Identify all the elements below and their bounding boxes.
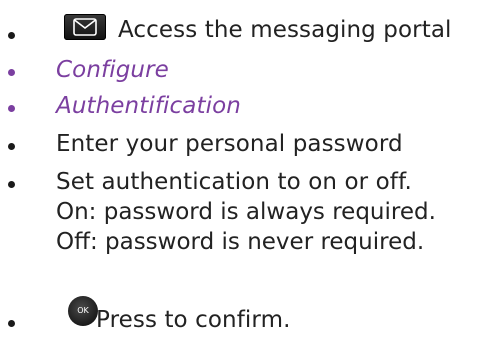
item-text: Press to confirm. — [96, 307, 291, 333]
item-text: Set authentication to on or off. — [56, 169, 412, 195]
item-subline-on: On: password is always required. — [56, 199, 436, 225]
item-subline-off: Off: password is never required. — [56, 229, 425, 255]
list-item-access-portal: Access the messaging portal — [0, 8, 503, 48]
ok-button-icon: OK — [68, 296, 98, 326]
bullet — [8, 143, 15, 150]
envelope-key-icon — [64, 14, 106, 40]
list-item-set-authentication: Set authentication to on or off. On: pas… — [0, 166, 503, 262]
bullet — [8, 69, 15, 76]
bullet — [8, 105, 15, 112]
list-item-confirm: OK Press to confirm. — [0, 296, 503, 336]
menu-path-authentification: Authentification — [56, 93, 241, 119]
list-item-authentification: Authentification — [0, 90, 503, 120]
bullet — [8, 32, 15, 39]
item-text: Access the messaging portal — [118, 17, 452, 43]
bullet — [8, 181, 15, 188]
ok-button-label: OK — [77, 306, 89, 315]
list-item-configure: Configure — [0, 54, 503, 84]
bullet — [8, 320, 15, 327]
list-item-enter-password: Enter your personal password — [0, 128, 503, 158]
menu-path-configure: Configure — [56, 57, 169, 83]
item-text: Enter your personal password — [56, 131, 403, 157]
instruction-list: Access the messaging portal Configure Au… — [0, 0, 503, 345]
